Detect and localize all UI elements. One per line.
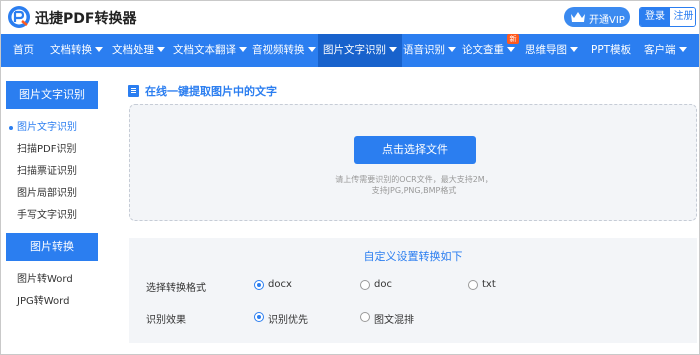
chevron-down-icon xyxy=(95,47,103,52)
sidebar-item-image-ocr[interactable]: 图片文字识别 xyxy=(6,118,98,138)
sidebar-item-image-to-word[interactable]: 图片转Word xyxy=(6,270,98,290)
nav-ppt-template[interactable]: PPT模板 xyxy=(591,34,631,67)
option-docx-label[interactable]: docx xyxy=(268,279,292,290)
select-file-button[interactable]: 点击选择文件 xyxy=(354,136,476,164)
nav-image-ocr[interactable]: 图片文字识别 xyxy=(318,34,402,67)
crown-icon xyxy=(571,12,585,22)
page-title: 在线一键提取图片中的文字 xyxy=(145,85,277,98)
format-label: 选择转换格式 xyxy=(146,283,206,294)
chevron-down-icon xyxy=(448,47,456,52)
option-doc-label[interactable]: doc xyxy=(374,279,392,290)
chevron-down-icon xyxy=(157,47,165,52)
sidebar: 图片文字识别 图片文字识别 扫描PDF识别 扫描票证识别 图片局部识别 手写文字… xyxy=(6,81,98,321)
settings-panel: 自定义设置转换如下 选择转换格式 docx doc txt 识别效果 识别优先 … xyxy=(129,238,697,343)
effect-label: 识别效果 xyxy=(146,315,186,326)
vip-label: 开通VIP xyxy=(589,15,625,26)
radio-doc[interactable] xyxy=(360,280,370,290)
option-txt-label[interactable]: txt xyxy=(482,279,496,290)
chevron-down-icon xyxy=(507,47,515,52)
new-badge: 新 xyxy=(507,34,519,44)
nav-doc-translate[interactable]: 文档文本翻译 xyxy=(173,34,247,67)
auth-buttons: 登录 注册 xyxy=(639,7,696,27)
sidebar-item-scan-pdf[interactable]: 扫描PDF识别 xyxy=(6,140,98,160)
radio-recognition-first[interactable] xyxy=(254,312,264,322)
upload-hint-line1: 请上传需要识别的OCR文件，最大支持2M， xyxy=(335,175,493,184)
radio-docx[interactable] xyxy=(254,280,264,290)
document-icon xyxy=(128,85,139,97)
sidebar-item-scan-ticket[interactable]: 扫描票证识别 xyxy=(6,162,98,182)
nav-home[interactable]: 首页 xyxy=(13,34,34,67)
nav-voice-recognition[interactable]: 语音识别 xyxy=(403,34,456,67)
upload-hint-line2: 支持JPG,PNG,BMP格式 xyxy=(371,186,457,195)
settings-title: 自定义设置转换如下 xyxy=(363,250,463,263)
sidebar-item-jpg-to-word[interactable]: JPG转Word xyxy=(6,292,98,312)
login-button[interactable]: 登录 xyxy=(640,8,670,26)
chevron-down-icon xyxy=(678,47,687,52)
sidebar-item-partial-ocr[interactable]: 图片局部识别 xyxy=(6,184,98,204)
sidebar-item-handwriting[interactable]: 手写文字识别 xyxy=(6,206,98,226)
chevron-down-icon xyxy=(307,47,316,52)
register-button[interactable]: 注册 xyxy=(670,8,695,26)
chevron-down-icon xyxy=(570,47,578,52)
nav-av-convert[interactable]: 音视频转换 xyxy=(252,34,316,67)
radio-mixed-layout[interactable] xyxy=(360,312,370,322)
chevron-down-icon xyxy=(239,47,247,52)
app-logo-icon[interactable] xyxy=(7,5,31,29)
sidebar-section-convert-title: 图片转换 xyxy=(6,233,98,261)
nav-doc-convert[interactable]: 文档转换 xyxy=(50,34,103,67)
upload-dropzone[interactable]: 点击选择文件 请上传需要识别的OCR文件，最大支持2M， 支持JPG,PNG,B… xyxy=(129,104,697,221)
option-mixed-layout-label[interactable]: 图文混排 xyxy=(374,311,414,326)
nav-doc-process[interactable]: 文档处理 xyxy=(112,34,165,67)
radio-txt[interactable] xyxy=(468,280,478,290)
vip-button[interactable]: 开通VIP xyxy=(564,7,630,27)
main-nav: 首页 文档转换 文档处理 文档文本翻译 音视频转换 图片文字识别 语音识别 论文… xyxy=(1,34,699,67)
nav-client[interactable]: 客户端 xyxy=(644,34,687,67)
sidebar-section-ocr-title: 图片文字识别 xyxy=(6,81,98,109)
top-header: 迅捷PDF转换器 开通VIP 登录 注册 xyxy=(1,1,699,34)
brand-name[interactable]: 迅捷PDF转换器 xyxy=(35,8,136,28)
nav-mindmap[interactable]: 思维导图 xyxy=(525,34,578,67)
chevron-down-icon xyxy=(389,47,397,52)
option-recognition-first-label[interactable]: 识别优先 xyxy=(268,311,308,326)
